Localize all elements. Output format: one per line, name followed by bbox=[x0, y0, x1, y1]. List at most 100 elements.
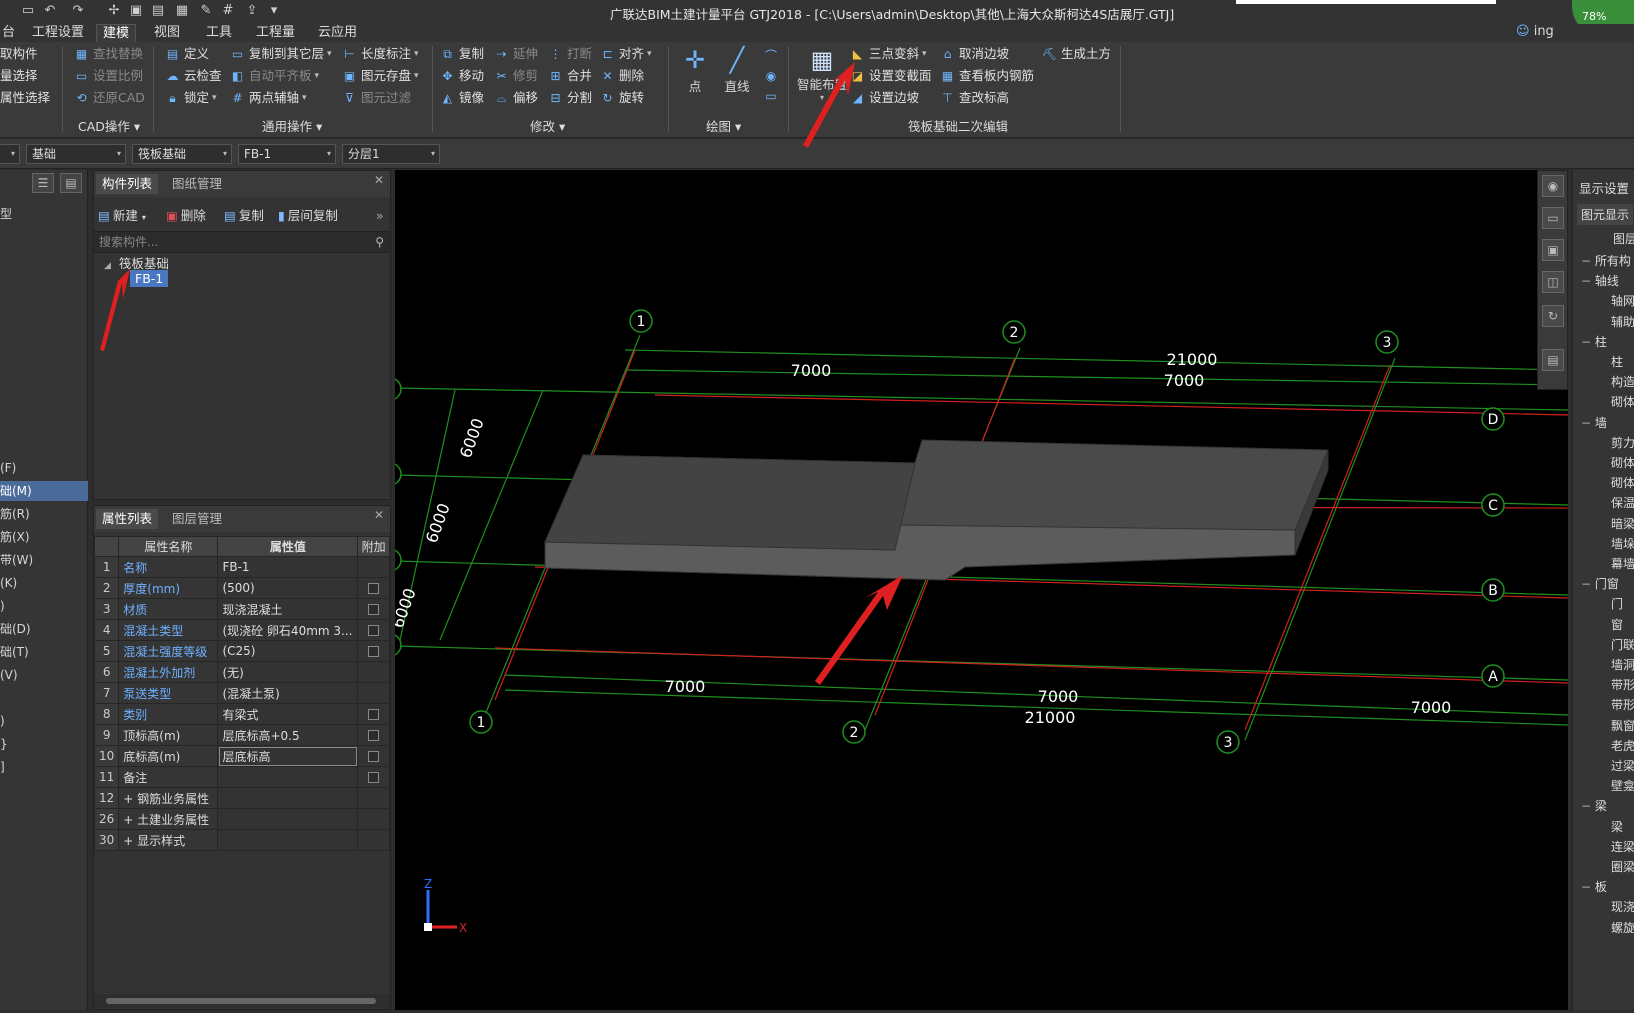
property-row[interactable]: 5混凝土强度等级(C25) bbox=[95, 641, 390, 662]
tab-property-list[interactable]: 属性列表 bbox=[96, 509, 158, 529]
raft-group-label[interactable]: 筏板基础二次编辑 bbox=[908, 116, 1008, 135]
select-by-attribute-button[interactable]: 属性选择 bbox=[0, 88, 50, 108]
extra-checkbox-cell[interactable] bbox=[358, 662, 390, 683]
line-button[interactable]: ╱ 直线 bbox=[720, 46, 754, 102]
extra-checkbox-cell[interactable] bbox=[358, 746, 390, 767]
layer-item[interactable]: 构造 bbox=[1611, 373, 1634, 390]
extra-checkbox-cell[interactable] bbox=[358, 725, 390, 746]
property-row[interactable]: 6混凝土外加剂(无) bbox=[95, 662, 390, 683]
extra-checkbox[interactable] bbox=[368, 583, 379, 594]
extra-checkbox-cell[interactable] bbox=[358, 809, 390, 830]
generate-earthwork-button[interactable]: ⛏︎生成土方 bbox=[1042, 44, 1111, 64]
layer-item[interactable]: 梁 bbox=[1611, 818, 1623, 835]
set-variable-section-button[interactable]: ◪设置变截面 bbox=[850, 66, 932, 86]
layer-item[interactable]: 砌体 bbox=[1611, 393, 1634, 410]
layer-item[interactable]: 圈梁 bbox=[1611, 858, 1634, 875]
2d-view-icon[interactable]: ▭ bbox=[1542, 207, 1564, 229]
length-dimension-button[interactable]: ⊢长度标注▾ bbox=[342, 44, 419, 64]
layer-item[interactable]: 飘窗 bbox=[1611, 717, 1634, 734]
restore-cad-button[interactable]: ⟲还原CAD bbox=[74, 88, 145, 108]
property-value[interactable] bbox=[218, 788, 358, 809]
nav-item-k[interactable]: (K) bbox=[0, 573, 88, 593]
box-view-icon[interactable]: ◫ bbox=[1542, 271, 1564, 293]
property-value[interactable]: (C25) bbox=[218, 641, 358, 662]
property-row[interactable]: 7泵送类型(混凝土泵) bbox=[95, 683, 390, 704]
grid-icon[interactable]: # bbox=[220, 3, 236, 19]
layer-item[interactable]: 剪力 bbox=[1611, 434, 1634, 451]
property-value[interactable]: 层底标高 bbox=[218, 746, 358, 767]
layer-group[interactable]: − 板 bbox=[1581, 878, 1607, 895]
tab-cloud[interactable]: 云应用 bbox=[312, 24, 363, 42]
cad-group-label[interactable]: CAD操作 ▾ bbox=[78, 116, 140, 135]
layer-group[interactable]: − 柱 bbox=[1581, 333, 1607, 350]
layer-item[interactable]: 墙垛 bbox=[1611, 535, 1634, 552]
layer-item[interactable]: 幕墙 bbox=[1611, 555, 1634, 572]
nav-item-x[interactable]: 筋(X) bbox=[0, 527, 88, 547]
property-row[interactable]: 12+ 钢筋业务属性 bbox=[95, 788, 390, 809]
more-icon[interactable]: ▾ bbox=[266, 3, 282, 19]
property-value[interactable] bbox=[218, 767, 358, 788]
copy-button[interactable]: ⧉复制 bbox=[440, 44, 484, 64]
layer-item[interactable]: 轴网 bbox=[1611, 292, 1634, 309]
open-folder-icon[interactable]: ▭ bbox=[20, 3, 36, 19]
export-icon[interactable]: ⇪ bbox=[244, 3, 260, 19]
extra-checkbox[interactable] bbox=[368, 604, 379, 615]
tab-view[interactable]: 视图 bbox=[148, 24, 186, 42]
nav-item-t[interactable]: 础(T) bbox=[0, 642, 88, 662]
property-value[interactable]: (现浇砼 卵石40mm 3... bbox=[218, 620, 358, 641]
layer-item[interactable]: 砌体 bbox=[1611, 454, 1634, 471]
layer-item[interactable]: 带形 bbox=[1611, 696, 1634, 713]
tab-layer-management[interactable]: 图层管理 bbox=[166, 509, 228, 529]
rotate-button[interactable]: ↻旋转 bbox=[600, 88, 644, 108]
nav-item-raft[interactable]: 础(M) bbox=[0, 481, 88, 501]
nav-item-other-2[interactable]: } bbox=[0, 734, 88, 754]
property-row[interactable]: 30+ 显示样式 bbox=[95, 830, 390, 851]
extra-checkbox-cell[interactable] bbox=[358, 578, 390, 599]
component-selector[interactable]: FB-1▾ bbox=[238, 144, 336, 164]
property-value[interactable]: 有梁式 bbox=[218, 704, 358, 725]
draw-group-label[interactable]: 绘图 ▾ bbox=[706, 116, 741, 135]
extra-checkbox[interactable] bbox=[368, 709, 379, 720]
property-value[interactable]: (500) bbox=[218, 578, 358, 599]
property-row[interactable]: 9顶标高(m)层底标高+0.5 bbox=[95, 725, 390, 746]
layer-item[interactable]: 带形 bbox=[1611, 676, 1634, 693]
extra-checkbox[interactable] bbox=[368, 625, 379, 636]
move-button[interactable]: ✥移动 bbox=[440, 66, 484, 86]
auto-align-slab-button[interactable]: ◧自动平齐板▾ bbox=[230, 66, 319, 86]
tab-home[interactable]: 台 bbox=[0, 24, 21, 42]
nav-item-other-1[interactable]: ) bbox=[0, 711, 88, 731]
property-row[interactable]: 1名称FB-1 bbox=[95, 557, 390, 578]
grid-view-icon[interactable]: ▤ bbox=[60, 173, 82, 193]
user-account[interactable]: ☺ ing bbox=[1516, 24, 1554, 39]
layer-item[interactable]: 辅助 bbox=[1611, 313, 1634, 330]
layer-item[interactable]: 保温 bbox=[1611, 494, 1634, 511]
view-slab-rebar-button[interactable]: ▦查看板内钢筋 bbox=[940, 66, 1034, 86]
tab-modeling[interactable]: 建模 bbox=[96, 24, 136, 42]
layer-item[interactable]: 门联 bbox=[1611, 636, 1634, 653]
find-replace-button[interactable]: ▦查找替换 bbox=[74, 44, 143, 64]
set-side-slope-button[interactable]: ◢设置边坡 bbox=[850, 88, 919, 108]
property-value[interactable]: 现浇混凝土 bbox=[218, 599, 358, 620]
batch-select-button[interactable]: 量选择 bbox=[0, 66, 38, 86]
layer-group[interactable]: − 轴线 bbox=[1581, 272, 1619, 289]
category-selector[interactable]: 基础▾ bbox=[26, 144, 126, 164]
break-button[interactable]: ⋮打断 bbox=[548, 44, 592, 64]
layer-item[interactable]: 门 bbox=[1611, 595, 1623, 612]
nav-item-other-3[interactable]: ] bbox=[0, 757, 88, 777]
layer-group[interactable]: − 门窗 bbox=[1581, 575, 1619, 592]
three-point-slope-button[interactable]: ◣三点变斜▾ bbox=[850, 44, 927, 64]
property-value[interactable] bbox=[218, 809, 358, 830]
3d-view-icon[interactable]: ▣ bbox=[1542, 239, 1564, 261]
redo-icon[interactable]: ↷ bbox=[70, 3, 86, 19]
tab-quantities[interactable]: 工程量 bbox=[250, 24, 301, 42]
extra-checkbox[interactable] bbox=[368, 646, 379, 657]
split-button[interactable]: ⊟分割 bbox=[548, 88, 592, 108]
property-value[interactable] bbox=[218, 830, 358, 851]
merge-button[interactable]: ⊞合并 bbox=[548, 66, 592, 86]
tab-element-display[interactable]: 图元显示 bbox=[1577, 204, 1633, 225]
layer-item[interactable]: 砌体 bbox=[1611, 474, 1634, 491]
property-row[interactable]: 3材质现浇混凝土 bbox=[95, 599, 390, 620]
pick-component-button[interactable]: 取构件 bbox=[0, 44, 38, 64]
general-group-label[interactable]: 通用操作 ▾ bbox=[262, 116, 322, 135]
nav-item-w[interactable]: 带(W) bbox=[0, 550, 88, 570]
